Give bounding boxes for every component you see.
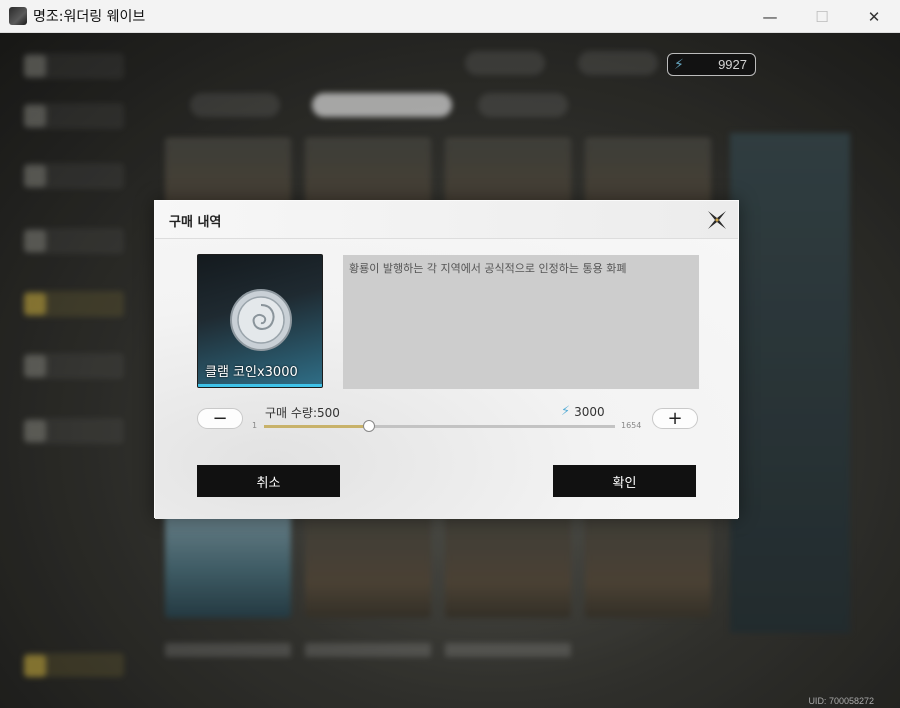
cancel-button[interactable]: 취소 [197, 465, 340, 497]
increase-quantity-button[interactable]: + [652, 408, 698, 429]
astrite-icon: ⚡ [561, 404, 571, 419]
close-dialog-button[interactable] [704, 207, 730, 233]
quantity-label: 구매 수량:500 [265, 406, 340, 420]
item-description: 황룡이 발행하는 각 지역에서 공식적으로 인정하는 통용 화폐 [349, 262, 627, 275]
price-display: ⚡ 3000 [561, 404, 605, 419]
confirm-button[interactable]: 확인 [553, 465, 696, 497]
purchase-dialog: 구매 내역 클램 코인x3000 황룡이 발행하는 각 지역에서 공식적으로 인… [154, 200, 739, 519]
dialog-title: 구매 내역 [169, 215, 222, 230]
quantity-max-label: 1654 [621, 421, 642, 430]
item-description-box: 황룡이 발행하는 각 지역에서 공식적으로 인정하는 통용 화폐 [343, 255, 699, 389]
price-value: 3000 [574, 404, 605, 419]
quantity-min-label: 1 [252, 421, 258, 430]
decrease-quantity-button[interactable]: − [197, 408, 243, 429]
close-window-button[interactable]: ✕ [848, 0, 900, 33]
quantity-slider-handle[interactable] [363, 420, 376, 432]
item-name: 클램 코인x3000 [205, 365, 298, 380]
close-icon [708, 211, 726, 229]
window-titlebar: 명조:워더링 웨이브 — ☐ ✕ [0, 0, 900, 33]
shell-coin-icon [230, 289, 292, 351]
dialog-body: 클램 코인x3000 황룡이 발행하는 각 지역에서 공식적으로 인정하는 통용… [155, 239, 738, 519]
maximize-button[interactable]: ☐ [796, 0, 848, 33]
app-icon [9, 7, 27, 25]
item-card: 클램 코인x3000 [197, 254, 323, 388]
dialog-header: 구매 내역 [155, 201, 738, 239]
quantity-slider-fill [264, 425, 370, 428]
window-title: 명조:워더링 웨이브 [33, 9, 146, 25]
quantity-slider[interactable] [264, 420, 615, 432]
minimize-button[interactable]: — [744, 0, 796, 33]
window-controls: — ☐ ✕ [744, 0, 900, 33]
